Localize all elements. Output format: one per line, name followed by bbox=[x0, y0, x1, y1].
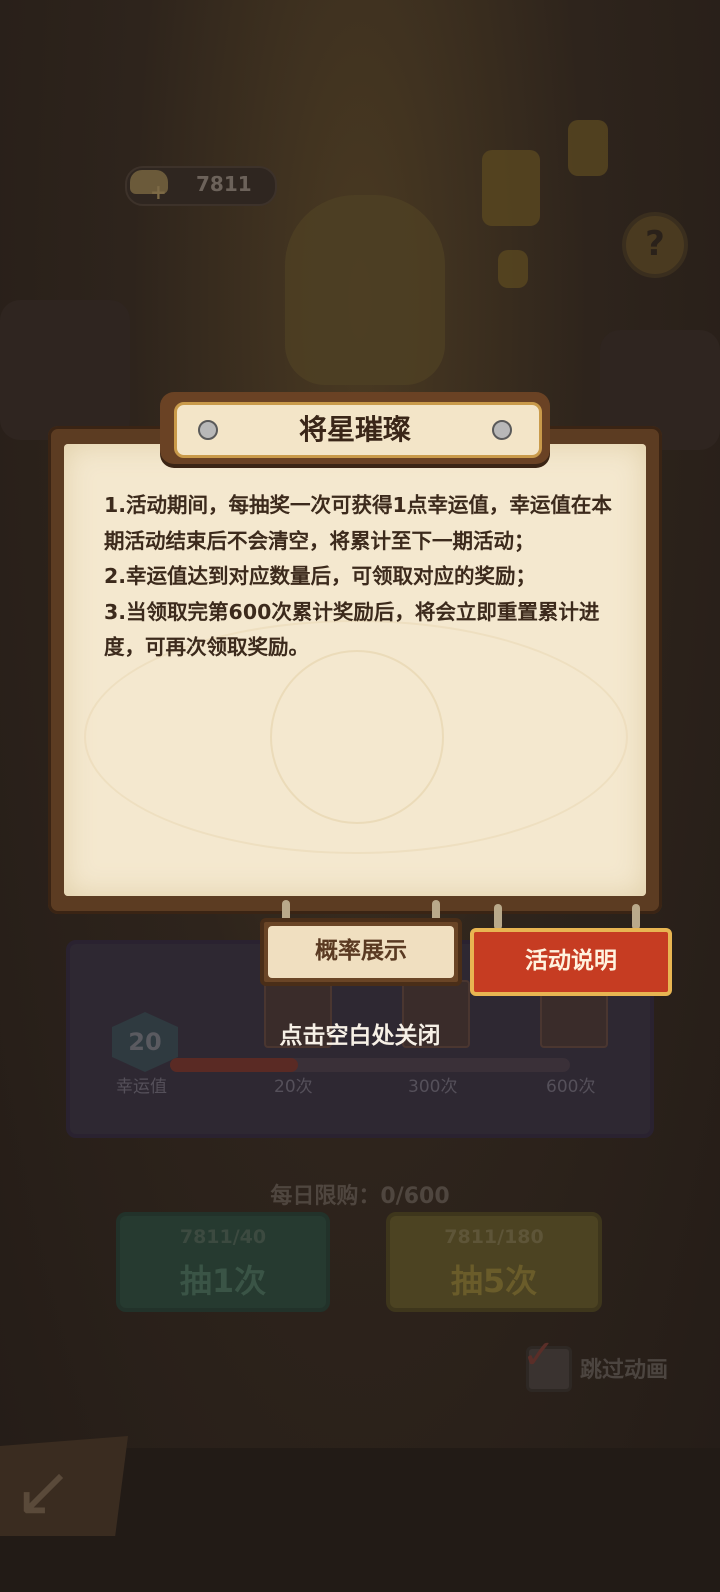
skip-animation-label: 跳过动画 bbox=[580, 1358, 669, 1383]
tab-rules[interactable]: 活动说明 bbox=[470, 928, 672, 996]
plus-icon[interactable]: + bbox=[150, 180, 167, 204]
rule-item: 1.活动期间，每抽奖一次可获得1点幸运值，幸运值在本期活动结束后不会清空，将累计… bbox=[104, 493, 612, 553]
rules-text: 1.活动期间，每抽奖一次可获得1点幸运值，幸运值在本期活动结束后不会清空，将累计… bbox=[104, 488, 614, 666]
luck-label: 幸运值 bbox=[116, 1077, 167, 1097]
currency-value: 7811 bbox=[196, 172, 252, 196]
lantern-icon bbox=[498, 250, 528, 288]
draw-five-button[interactable]: 7811/180 抽5次 bbox=[386, 1212, 602, 1312]
lantern-icon bbox=[482, 150, 540, 226]
tab-probability-label: 概率展示 bbox=[268, 926, 454, 978]
draw-one-button[interactable]: 7811/40 抽1次 bbox=[116, 1212, 330, 1312]
rope bbox=[494, 904, 502, 930]
rule-item: 3.当领取完第600次累计奖励后，将会立即重置累计进度，可再次领取奖励。 bbox=[104, 599, 600, 660]
draw-one-cost: 7811/40 bbox=[179, 1226, 267, 1248]
progress-fill bbox=[170, 1058, 298, 1072]
back-arrow-icon: ↙ bbox=[14, 1450, 73, 1532]
help-button[interactable]: ? bbox=[622, 212, 688, 278]
paper-ornament bbox=[270, 650, 444, 824]
rope bbox=[632, 904, 640, 930]
tab-probability[interactable]: 概率展示 bbox=[260, 918, 462, 986]
draw-five-cost: 7811/180 bbox=[444, 1226, 544, 1248]
milestone-label: 300次 bbox=[408, 1077, 458, 1097]
draw-one-label: 抽1次 bbox=[179, 1262, 267, 1300]
daily-limit: 每日限购：0/600 bbox=[270, 1184, 450, 1209]
building-left bbox=[0, 300, 130, 440]
popup-title: 将星璀璨 bbox=[298, 413, 411, 446]
rule-item: 2.幸运值达到对应数量后，可领取对应的奖励； bbox=[104, 564, 537, 588]
dragon-statue bbox=[285, 195, 445, 385]
lantern-icon bbox=[568, 120, 608, 176]
milestone-label: 600次 bbox=[546, 1077, 596, 1097]
check-icon: ✓ bbox=[522, 1332, 556, 1378]
milestone-label: 20次 bbox=[274, 1077, 313, 1097]
close-hint[interactable]: 点击空白处关闭 bbox=[0, 1016, 720, 1050]
draw-five-label: 抽5次 bbox=[450, 1262, 538, 1300]
